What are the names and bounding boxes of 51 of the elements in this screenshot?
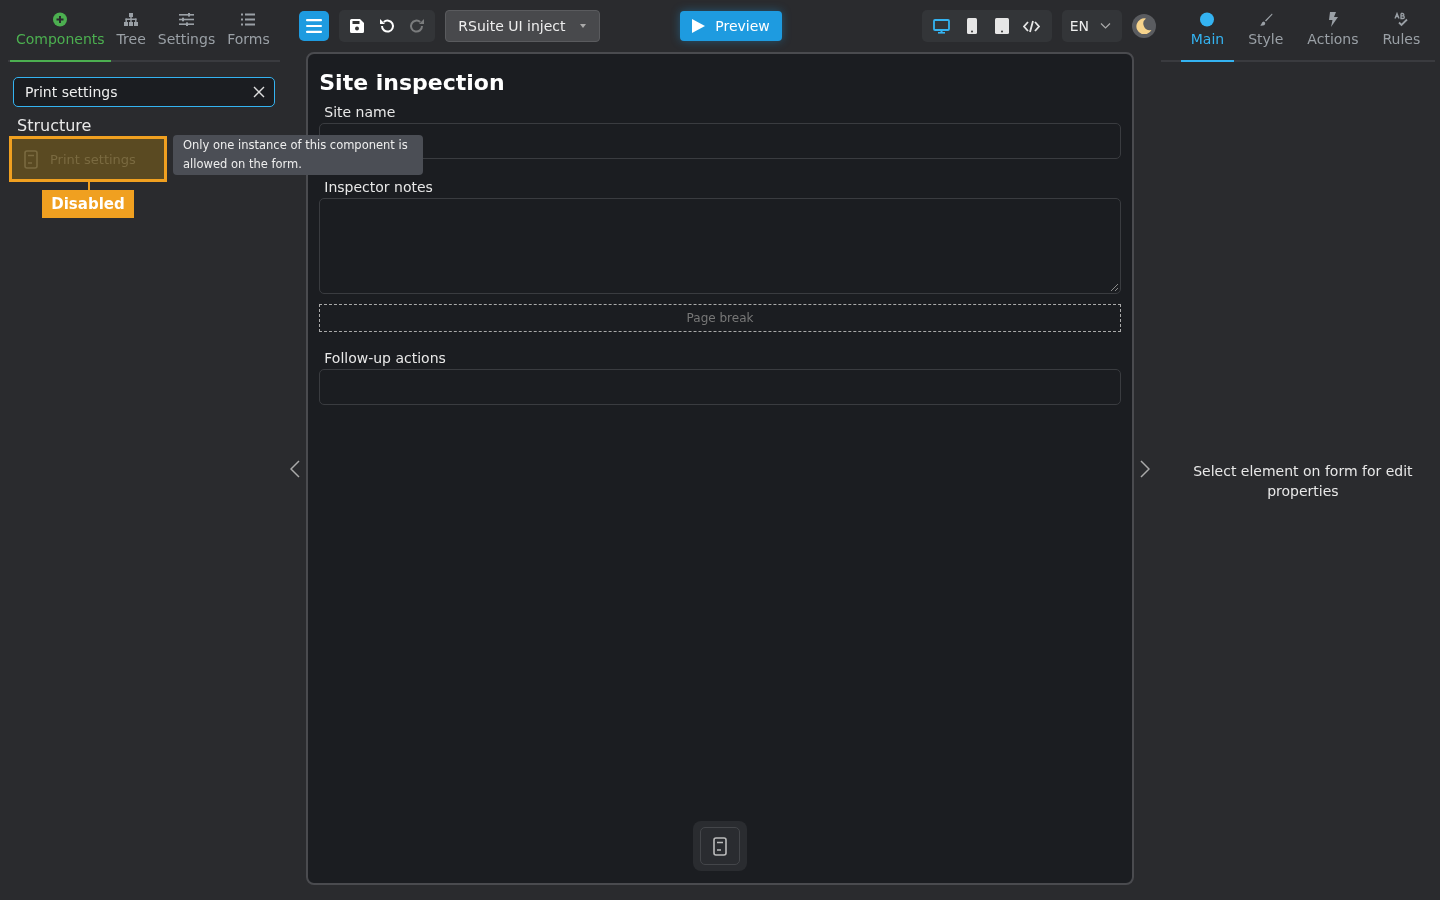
input-field[interactable] — [319, 369, 1121, 405]
tablet-icon — [994, 18, 1009, 34]
panel-tab[interactable]: Actions — [1297, 0, 1369, 62]
menu-icon — [306, 19, 323, 33]
floppy-icon — [350, 19, 365, 33]
section-title: Structure — [17, 116, 93, 135]
page-break: Page break — [319, 304, 1121, 332]
form-title: Site inspection — [319, 70, 506, 95]
circle-icon — [1200, 12, 1215, 27]
field-label: Site name — [324, 104, 397, 120]
document-icon — [713, 836, 727, 856]
panel-tab[interactable]: Tree — [110, 0, 152, 62]
moon-icon — [1135, 18, 1152, 34]
panel-tab[interactable]: Components — [10, 0, 111, 62]
preview-button[interactable]: Preview — [680, 11, 782, 41]
close-icon[interactable] — [253, 86, 266, 98]
panel-tab[interactable]: Rules — [1372, 0, 1431, 62]
language-dropdown[interactable]: EN — [1061, 10, 1122, 42]
brush-icon — [1258, 12, 1273, 27]
field-label: Inspector notes — [324, 179, 434, 195]
sitemap-icon — [124, 12, 139, 27]
redo-icon — [409, 18, 426, 34]
print-settings-button[interactable] — [693, 821, 747, 871]
chevron-left-icon[interactable] — [290, 459, 301, 478]
properties-hint: Select element on form for edit properties — [1192, 462, 1414, 501]
annotation-label: Disabled — [42, 190, 134, 218]
phone-icon — [966, 18, 977, 34]
code-icon — [1023, 19, 1041, 33]
theme-dropdown[interactable]: RSuite UI inject — [445, 10, 601, 42]
panel-tab[interactable]: Settings — [151, 0, 222, 62]
list-icon — [241, 12, 256, 27]
chevron-down-icon — [1099, 23, 1111, 29]
play-icon — [692, 19, 706, 33]
panel-tab[interactable]: Forms — [221, 0, 276, 62]
panel-tab[interactable]: Main — [1180, 0, 1235, 62]
resize-handle-icon[interactable] — [1110, 284, 1118, 291]
menu-button[interactable] — [299, 11, 330, 41]
theme-toggle[interactable] — [1131, 14, 1156, 38]
search-field[interactable]: Print settings — [13, 77, 276, 107]
panel-tab[interactable]: Style — [1238, 0, 1294, 62]
sliders-icon — [178, 12, 194, 27]
spellcheck-icon — [1394, 12, 1409, 27]
tooltip: Only one instance of this component is allowed on the form. — [173, 135, 423, 175]
monitor-icon — [933, 18, 951, 34]
field-label: Follow-up actions — [324, 350, 447, 366]
bolt-icon — [1327, 12, 1338, 27]
undo-icon — [379, 18, 396, 34]
chevron-right-icon[interactable] — [1139, 459, 1150, 478]
plus-icon — [53, 12, 68, 27]
document-icon — [24, 149, 38, 169]
caret-icon — [580, 24, 587, 28]
